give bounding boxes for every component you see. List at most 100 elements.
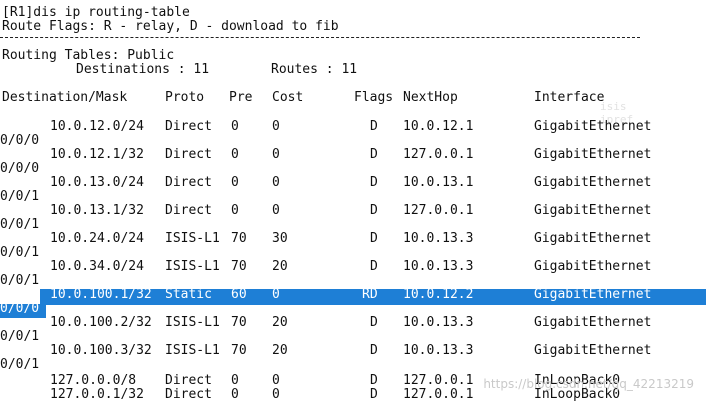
cell-nexthop: 10.0.13.3 — [403, 231, 474, 246]
cell-interface-wrap: 0/0/1 — [0, 329, 40, 344]
cell-interface: GigabitEthernet — [534, 147, 652, 162]
cell-cost: 0 — [272, 175, 280, 190]
cell-interface-wrap: 0/0/0 — [0, 161, 40, 176]
header-flags: Flags — [354, 90, 394, 105]
cell-pre: 70 — [231, 231, 247, 246]
cell-nexthop: 127.0.0.1 — [403, 373, 474, 388]
cell-destination: 10.0.13.1/32 — [50, 203, 144, 218]
cell-flags: RD — [362, 287, 378, 302]
cell-proto: ISIS-L1 — [165, 231, 220, 246]
cell-destination: 10.0.13.0/24 — [50, 175, 144, 190]
cell-flags: D — [370, 231, 378, 246]
cell-interface-wrap: 0/0/0 — [0, 133, 40, 148]
cell-pre: 0 — [231, 175, 239, 190]
cell-pre: 70 — [231, 343, 247, 358]
destinations-count: Destinations : 11 — [76, 62, 210, 77]
routes-count: Routes : 11 — [271, 62, 358, 77]
cell-destination: 10.0.100.2/32 — [50, 315, 152, 330]
cell-cost: 30 — [272, 231, 288, 246]
cell-nexthop: 10.0.13.3 — [403, 343, 474, 358]
cell-proto: ISIS-L1 — [165, 315, 220, 330]
cell-destination: 10.0.12.0/24 — [50, 119, 144, 134]
header-nexthop: NextHop — [403, 90, 458, 105]
header-cost: Cost — [272, 90, 304, 105]
header-proto: Proto — [165, 90, 205, 105]
command-line: [R1]dis ip routing-table — [2, 5, 190, 20]
header-destination: Destination/Mask — [2, 90, 128, 105]
cell-proto: Static — [165, 287, 212, 302]
cell-pre: 60 — [231, 287, 247, 302]
cell-destination: 10.0.100.3/32 — [50, 343, 152, 358]
cell-cost: 0 — [272, 287, 280, 302]
cell-flags: D — [370, 315, 378, 330]
cell-pre: 70 — [231, 315, 247, 330]
cell-proto: Direct — [165, 119, 212, 134]
cell-pre: 0 — [231, 373, 239, 388]
cell-destination: 10.0.12.1/32 — [50, 147, 144, 162]
cell-proto: ISIS-L1 — [165, 259, 220, 274]
routing-tables-label: Routing Tables: Public — [2, 48, 175, 63]
table-row: 10.0.12.1/32 Direct 0 0 D 127.0.0.1 GigabitEth… — [0, 148, 706, 176]
cell-flags: D — [370, 175, 378, 190]
cell-cost: 0 — [272, 387, 280, 402]
cell-nexthop: 10.0.12.2 — [403, 287, 474, 302]
cell-nexthop: 10.0.13.3 — [403, 259, 474, 274]
cell-destination: 127.0.0.0/8 — [50, 373, 137, 388]
cell-nexthop: 10.0.12.1 — [403, 119, 474, 134]
cell-cost: 20 — [272, 315, 288, 330]
watermark: https://blog.csdn.net/qq_42213219 — [483, 377, 694, 391]
cell-interface: GigabitEthernet — [534, 259, 652, 274]
cell-pre: 0 — [231, 147, 239, 162]
cell-nexthop: 127.0.0.1 — [403, 387, 474, 402]
cell-interface-wrap: 0/0/1 — [0, 189, 40, 204]
cell-flags: D — [370, 147, 378, 162]
cell-cost: 20 — [272, 343, 288, 358]
cell-cost: 0 — [272, 119, 280, 134]
cell-interface: GigabitEthernet — [534, 287, 652, 302]
cell-destination: 127.0.0.1/32 — [50, 387, 144, 402]
cell-flags: D — [370, 373, 378, 388]
cell-proto: Direct — [165, 203, 212, 218]
cell-flags: D — [370, 387, 378, 402]
cell-nexthop: 10.0.13.1 — [403, 175, 474, 190]
header-pre: Pre — [229, 90, 253, 105]
cell-proto: Direct — [165, 387, 212, 402]
ghost-text: isis — [600, 100, 627, 113]
cell-cost: 0 — [272, 203, 280, 218]
separator-line — [0, 37, 640, 38]
cell-interface-wrap: 0/0/1 — [0, 357, 40, 372]
cell-proto: Direct — [165, 175, 212, 190]
cell-flags: D — [370, 203, 378, 218]
cell-interface: GigabitEthernet — [534, 315, 652, 330]
header-interface: Interface — [534, 90, 605, 105]
cell-destination: 10.0.100.1/32 — [50, 287, 152, 302]
terminal-window: [R1]dis ip routing-table Route Flags: R … — [0, 0, 706, 405]
cell-pre: 0 — [231, 387, 239, 402]
cell-interface-wrap: 0/0/1 — [0, 273, 40, 288]
cell-flags: D — [370, 119, 378, 134]
table-row: 10.0.24.0/24 ISIS-L1 70 30 D 10.0.13.3 Gigabit… — [0, 232, 706, 260]
table-row: 10.0.100.1/32 Static 60 0 RD 10.0.12.2 Gigabit… — [0, 288, 706, 316]
table-row: 10.0.100.3/32 ISIS-L1 70 20 D 10.0.13.3 Gigabi… — [0, 344, 706, 372]
cell-interface-wrap: 0/0/1 — [0, 245, 40, 260]
cell-interface-wrap: 0/0/1 — [0, 217, 40, 232]
cell-pre: 0 — [231, 203, 239, 218]
cell-interface: GigabitEthernet — [534, 119, 652, 134]
cell-flags: D — [370, 259, 378, 274]
cell-interface: GigabitEthernet — [534, 175, 652, 190]
cell-nexthop: 10.0.13.3 — [403, 315, 474, 330]
cell-cost: 0 — [272, 373, 280, 388]
table-row: 10.0.13.0/24 Direct 0 0 D 10.0.13.1 GigabitEth… — [0, 176, 706, 204]
route-flags-legend: Route Flags: R - relay, D - download to … — [2, 19, 339, 34]
cell-nexthop: 127.0.0.1 — [403, 147, 474, 162]
cell-interface: GigabitEthernet — [534, 343, 652, 358]
cell-flags: D — [370, 343, 378, 358]
cell-nexthop: 127.0.0.1 — [403, 203, 474, 218]
cell-interface: GigabitEthernet — [534, 203, 652, 218]
table-row: 10.0.100.2/32 ISIS-L1 70 20 D 10.0.13.3 Gigabi… — [0, 316, 706, 344]
cell-destination: 10.0.24.0/24 — [50, 231, 144, 246]
cell-pre: 70 — [231, 259, 247, 274]
cell-proto: ISIS-L1 — [165, 343, 220, 358]
cell-interface: GigabitEthernet — [534, 231, 652, 246]
table-row: 10.0.12.0/24 Direct 0 0 D 10.0.12.1 GigabitEth… — [0, 120, 706, 148]
